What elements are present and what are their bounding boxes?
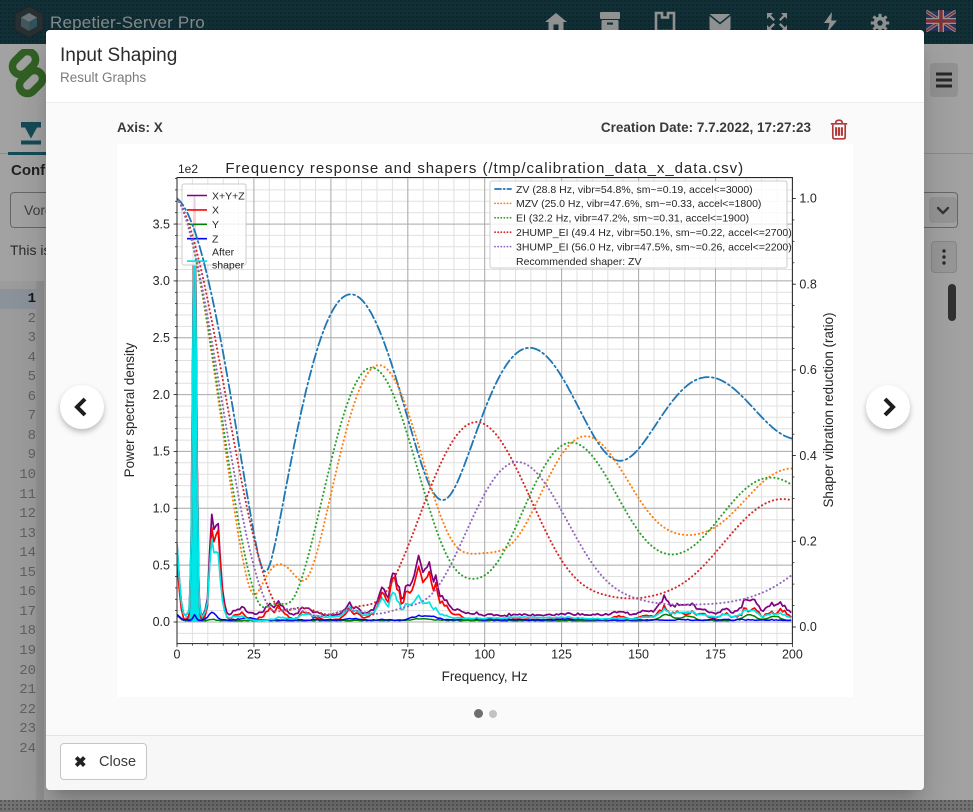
svg-text:25: 25	[247, 648, 261, 662]
svg-text:Frequency response and shapers: Frequency response and shapers (/tmp/cal…	[225, 160, 744, 177]
svg-text:0.2: 0.2	[799, 535, 816, 549]
svg-text:EI (32.2 Hz, vibr=47.2%, sm~=0: EI (32.2 Hz, vibr=47.2%, sm~=0.31, accel…	[516, 213, 749, 225]
svg-text:0.0: 0.0	[799, 620, 816, 634]
svg-text:3.5: 3.5	[153, 217, 170, 231]
svg-text:Frequency, Hz: Frequency, Hz	[442, 669, 528, 684]
svg-text:0.0: 0.0	[153, 615, 170, 629]
svg-text:Y: Y	[212, 219, 219, 231]
svg-text:150: 150	[628, 648, 649, 662]
svg-text:ZV (28.8 Hz, vibr=54.8%, sm~=0: ZV (28.8 Hz, vibr=54.8%, sm~=0.19, accel…	[516, 184, 753, 196]
svg-text:Power spectral density: Power spectral density	[122, 342, 137, 477]
svg-text:2.5: 2.5	[153, 331, 170, 345]
svg-text:100: 100	[474, 648, 495, 662]
svg-text:1.0: 1.0	[799, 192, 816, 206]
svg-text:1.0: 1.0	[153, 502, 170, 516]
svg-text:1.5: 1.5	[153, 445, 170, 459]
svg-text:2.0: 2.0	[153, 388, 170, 402]
svg-text:0: 0	[174, 648, 181, 662]
svg-text:200: 200	[782, 648, 803, 662]
svg-text:2HUMP_EI (49.4 Hz, vibr=50.1%,: 2HUMP_EI (49.4 Hz, vibr=50.1%, sm~=0.22,…	[516, 227, 792, 239]
svg-text:X: X	[212, 205, 219, 217]
svg-text:75: 75	[401, 648, 415, 662]
svg-text:50: 50	[324, 648, 338, 662]
svg-text:shaper: shaper	[212, 260, 245, 272]
svg-text:175: 175	[705, 648, 726, 662]
svg-text:0.6: 0.6	[799, 363, 816, 377]
svg-text:1e2: 1e2	[178, 162, 198, 176]
svg-text:Recommended shaper: ZV: Recommended shaper: ZV	[516, 256, 641, 268]
svg-text:0.5: 0.5	[153, 558, 170, 572]
svg-text:125: 125	[551, 648, 572, 662]
svg-text:0.8: 0.8	[799, 277, 816, 291]
svg-text:0.4: 0.4	[799, 449, 816, 463]
svg-text:After: After	[212, 247, 235, 259]
svg-text:3HUMP_EI (56.0 Hz, vibr=47.5%,: 3HUMP_EI (56.0 Hz, vibr=47.5%, sm~=0.26,…	[516, 241, 792, 253]
svg-text:Z: Z	[212, 234, 219, 246]
svg-text:3.0: 3.0	[153, 274, 170, 288]
svg-text:Shaper vibration reduction (ra: Shaper vibration reduction (ratio)	[821, 312, 836, 507]
svg-text:X+Y+Z: X+Y+Z	[212, 190, 245, 202]
svg-text:MZV (25.0 Hz, vibr=47.6%, sm~=: MZV (25.0 Hz, vibr=47.6%, sm~=0.33, acce…	[516, 198, 761, 210]
